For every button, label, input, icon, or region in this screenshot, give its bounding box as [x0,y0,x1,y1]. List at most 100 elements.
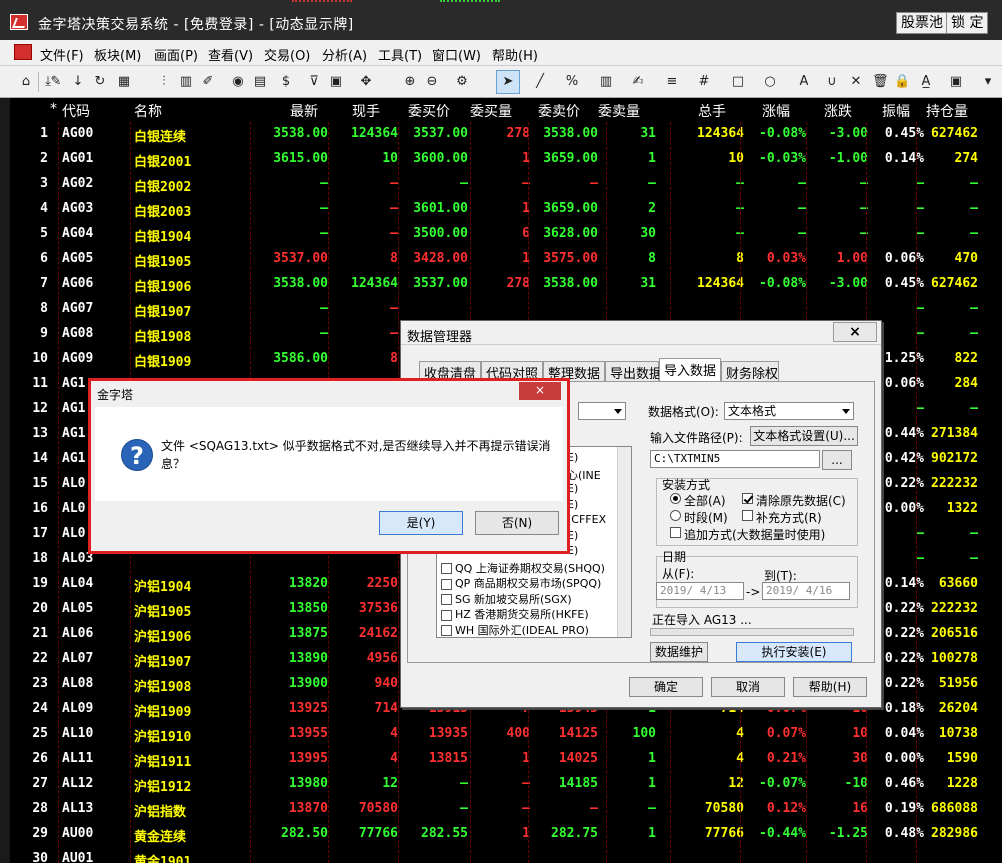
to-date-input[interactable]: 2019/ 4/16 [762,582,850,600]
col-last[interactable]: 最新 [290,101,318,121]
format-combo[interactable]: 文本格式 [724,402,854,420]
browse-button[interactable]: ... [822,450,852,470]
col-name[interactable]: 名称 [134,101,162,121]
table-row[interactable]: 5 AG04 白银1904— —3500.00 6 3628.00 30— — — — — [10,222,1002,247]
col-code[interactable]: 代码 [62,101,90,121]
table-row[interactable]: 3 AG02 白银2002— — — — — — — — — — — [10,172,1002,197]
append-mode-checkbox[interactable] [670,527,681,538]
menu-view[interactable]: 查看(V) [208,45,253,64]
menu-analysis[interactable]: 分析(A) [322,45,367,64]
table-row[interactable]: 2 AG01 白银2001 3615.00 10 3600.00 1 3659.00 1 10 -0… [10,147,1002,172]
list-scrollbar[interactable] [617,447,631,637]
text-icon[interactable]: A [796,74,812,90]
table-row[interactable]: 25 AL10 沪铝1910 13955 4 13935 400 14125 100 4 0.07%… [10,722,1002,747]
cursor-icon[interactable]: ➤ [500,74,516,90]
table-row[interactable]: 6 AG05 白银1905 3537.00 8 3428.00 1 3575.00 8 8 0.03… [10,247,1002,272]
yes-button[interactable]: 是(Y) [379,511,463,535]
from-date-input[interactable]: 2019/ 4/13 [656,582,744,600]
col-open-interest[interactable]: 持仓量 [926,101,968,121]
market-checkbox[interactable] [441,578,452,590]
close-button[interactable]: × [833,322,877,342]
table-row[interactable]: 7 AG06 白银1906 3538.00 124364 3537.00 278 3538.0… [10,272,1002,297]
line-icon[interactable]: ╱ [532,74,548,90]
list-item[interactable]: WH 国际外汇(IDEAL PRO) [441,622,589,638]
magnet-icon[interactable]: ∪ [824,74,840,90]
market-checkbox[interactable] [441,609,452,621]
filter-icon[interactable]: ⊽ [306,74,322,90]
lock-icon[interactable]: 🔒 [894,74,910,90]
candlestick-icon[interactable]: ⫶ [156,74,172,90]
table-row[interactable]: 27 AL12 沪铝1912 13980 12— —14185 1 12 -0.07% -10 0.… [10,772,1002,797]
menu-file[interactable]: 文件(F) [40,45,84,64]
settings-icon[interactable]: ⚙ [454,74,470,90]
market-combo[interactable] [578,402,626,420]
close-button[interactable]: × [519,382,561,400]
home-icon[interactable]: ⌂ [18,74,34,90]
market-checkbox[interactable] [441,594,452,605]
chart-icon[interactable]: ▥ [178,74,194,90]
menu-view-screen[interactable]: 画面(P) [154,45,198,64]
document-icon[interactable]: ▤ [252,74,268,90]
align-icon[interactable]: ≡ [664,74,680,90]
circle-icon[interactable]: ○ [762,74,778,90]
execute-install-button[interactable]: 执行安装(E) [736,642,852,662]
refresh-icon[interactable]: ↻ [92,74,108,90]
fill-mode-checkbox[interactable] [742,510,753,521]
col-amplitude[interactable]: 振幅 [882,101,910,121]
table-row[interactable]: 1 AG00 白银连续 3538.00 124364 3537.00 278 3538.00 3… [10,122,1002,147]
market-checkbox[interactable] [441,563,452,574]
market-checkbox[interactable] [441,625,452,636]
list-item[interactable]: SG 新加坡交易所(SGX) [441,591,572,607]
menu-sector[interactable]: 板块(M) [94,45,141,64]
table-row[interactable]: 8 AG07 白银1907— — — — [10,297,1002,322]
zoom-out-icon[interactable]: ⊖ [424,74,440,90]
col-total[interactable]: 总手 [698,101,726,121]
zoom-in-icon[interactable]: ⊕ [402,74,418,90]
col-ask-price[interactable]: 委卖价 [538,101,580,121]
save-icon[interactable]: ▣ [948,74,964,90]
menu-help[interactable]: 帮助(H) [492,45,538,64]
table-row[interactable]: 29 AU00 黄金连续 282.50 77766 282.55 1 282.75 1 77766… [10,822,1002,847]
list-item[interactable]: HZ 香港期货交易所(HKFE) [441,606,589,622]
col-volume-now[interactable]: 现手 [352,101,380,121]
help-button[interactable]: 帮助(H) [793,677,867,697]
rect-icon[interactable]: □ [730,74,746,90]
list-item[interactable]: QP 商品期权交易市场(SPQQ) [441,575,601,591]
clear-old-checkbox[interactable] [742,493,753,504]
stock-pool-button[interactable]: 股票池 [896,12,948,34]
path-input[interactable]: C:\TXTMIN5 [650,450,820,468]
tab-export[interactable]: 导出数据 [605,361,662,382]
trash-icon[interactable]: 🗑 [872,74,889,90]
tab-import[interactable]: 导入数据 [659,358,721,381]
opt-all-radio[interactable] [670,493,681,504]
grid-icon[interactable]: ▦ [116,74,132,90]
close-icon[interactable]: ✕ [848,74,864,90]
tab-finance[interactable]: 财务除权 [721,361,779,382]
col-star[interactable]: * [50,101,57,117]
pen-icon[interactable]: ✍ [630,74,646,90]
menu-trade[interactable]: 交易(O) [264,45,310,64]
lock-button[interactable]: 锁 定 [946,12,989,34]
data-maintenance-button[interactable]: 数据维护 [650,642,708,662]
ok-button[interactable]: 确定 [629,677,703,697]
col-change-pct[interactable]: 涨幅 [762,101,790,121]
percent-icon[interactable]: % [564,74,580,90]
chevron-down-icon[interactable]: ▾ [980,74,996,90]
dollar-icon[interactable]: $ [278,74,294,90]
text-format-settings-button[interactable]: 文本格式设置(U)... [750,426,858,446]
ruler-icon[interactable]: ▥ [598,74,614,90]
color-icon[interactable]: A̲ [918,74,934,90]
play-icon[interactable]: ◉ [230,74,246,90]
move-icon[interactable]: ✥ [358,74,374,90]
table-row[interactable]: 28 AL13 沪铝指数 13870 70580— — — —70580 0.12% 16 0.19… [10,797,1002,822]
list-item[interactable]: 心(INE [567,467,601,483]
menu-tools[interactable]: 工具(T) [378,45,422,64]
edit-icon[interactable]: ✐ [200,74,216,90]
col-bid-vol[interactable]: 委买量 [470,101,512,121]
list-item[interactable]: (CFFEX [567,513,606,526]
col-ask-vol[interactable]: 委卖量 [598,101,640,121]
chart-icon[interactable]: ▣ [328,74,344,90]
download-icon[interactable]: ↓ [70,74,86,90]
menu-window[interactable]: 窗口(W) [432,45,481,64]
cancel-button[interactable]: 取消 [711,677,785,697]
